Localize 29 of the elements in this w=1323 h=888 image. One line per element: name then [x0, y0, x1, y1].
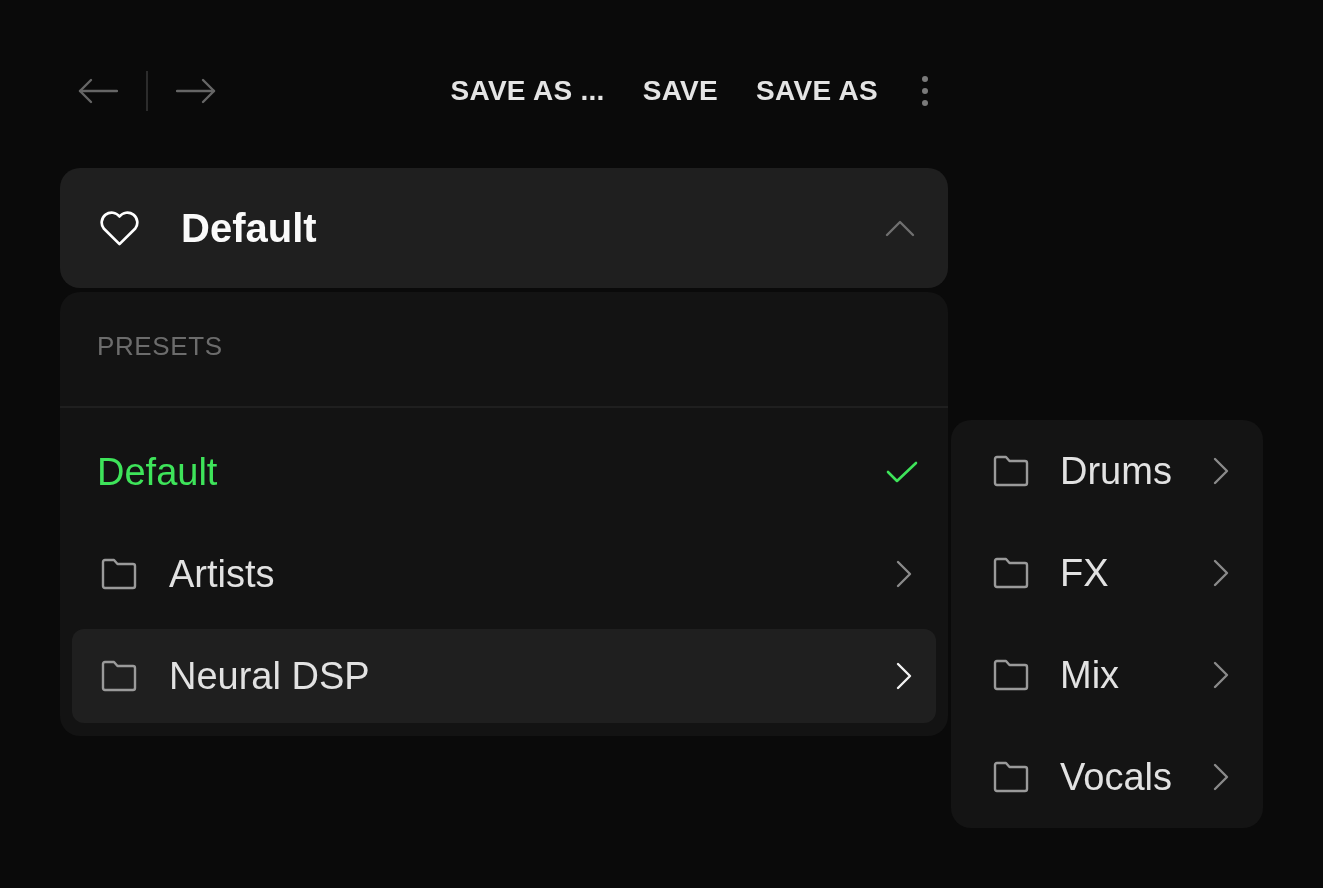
folder-icon: [101, 558, 137, 590]
menu-item[interactable]: Default: [72, 425, 936, 519]
chevron-right-icon: [1213, 661, 1229, 689]
chevron-right-icon: [896, 560, 912, 588]
chevron-right-icon: [1213, 457, 1229, 485]
menu-item[interactable]: Neural DSP: [72, 629, 936, 723]
more-options-icon[interactable]: [920, 75, 930, 107]
folder-icon: [993, 659, 1029, 691]
folder-icon: [101, 660, 137, 692]
chevron-right-icon: [1213, 559, 1229, 587]
section-heading: PRESETS: [97, 330, 223, 362]
submenu-item[interactable]: Mix: [951, 624, 1263, 726]
chevron-right-icon: [1213, 763, 1229, 791]
folder-icon: [993, 761, 1029, 793]
submenu-item[interactable]: FX: [951, 522, 1263, 624]
preset-name: Default: [181, 205, 317, 251]
toolbar-button[interactable]: SAVE AS ...: [450, 73, 605, 109]
toolbar-button[interactable]: SAVE: [642, 73, 719, 109]
preset-selector[interactable]: Default: [60, 168, 948, 288]
menu-item[interactable]: Artists: [72, 527, 936, 621]
toolbar-button[interactable]: SAVE AS: [756, 73, 878, 109]
heart-icon[interactable]: [98, 210, 141, 246]
submenu-item[interactable]: Vocals: [951, 726, 1263, 828]
chevron-right-icon: [896, 662, 912, 690]
chevron-up-icon[interactable]: [885, 219, 915, 237]
folder-icon: [993, 455, 1029, 487]
folder-icon: [993, 557, 1029, 589]
submenu-item[interactable]: Drums: [951, 420, 1263, 522]
check-icon: [886, 461, 918, 483]
